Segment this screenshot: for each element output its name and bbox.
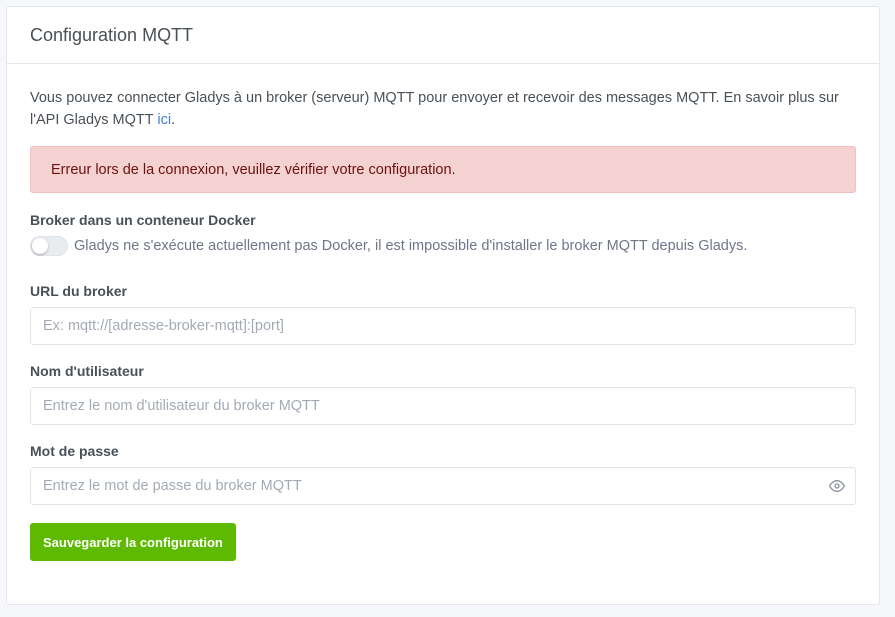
intro-after-link: . bbox=[171, 112, 176, 128]
docker-label: Broker dans un conteneur Docker bbox=[30, 212, 256, 228]
mqtt-config-card: Configuration MQTT Vous pouvez connecter… bbox=[6, 6, 880, 605]
username-field-group: Nom d'utilisateur bbox=[30, 363, 856, 425]
username-label: Nom d'utilisateur bbox=[30, 363, 144, 379]
intro-paragraph: Vous pouvez connecter Gladys à un broker… bbox=[30, 87, 856, 131]
api-doc-link[interactable]: ici bbox=[157, 112, 171, 128]
error-alert-text: Erreur lors de la connexion, veuillez vé… bbox=[51, 161, 456, 178]
docker-toggle-text: Gladys ne s'exécute actuellement pas Doc… bbox=[74, 238, 748, 254]
card-header: Configuration MQTT bbox=[7, 7, 879, 64]
url-label: URL du broker bbox=[30, 283, 127, 299]
eye-icon[interactable] bbox=[829, 478, 845, 494]
password-input-wrap bbox=[30, 467, 856, 505]
password-input[interactable] bbox=[30, 467, 856, 505]
toggle-knob bbox=[32, 238, 48, 254]
card-body: Vous pouvez connecter Gladys à un broker… bbox=[7, 64, 879, 561]
url-field-group: URL du broker bbox=[30, 283, 856, 345]
docker-toggle[interactable] bbox=[30, 236, 68, 256]
password-field-group: Mot de passe bbox=[30, 443, 856, 505]
username-input[interactable] bbox=[30, 387, 856, 425]
intro-text: Vous pouvez connecter Gladys à un broker… bbox=[30, 90, 839, 128]
save-configuration-button[interactable]: Sauvegarder la configuration bbox=[30, 523, 236, 561]
password-label: Mot de passe bbox=[30, 443, 119, 459]
docker-toggle-row: Gladys ne s'exécute actuellement pas Doc… bbox=[30, 236, 856, 256]
card-title: Configuration MQTT bbox=[30, 24, 194, 45]
error-alert: Erreur lors de la connexion, veuillez vé… bbox=[30, 146, 856, 193]
url-input[interactable] bbox=[30, 307, 856, 345]
